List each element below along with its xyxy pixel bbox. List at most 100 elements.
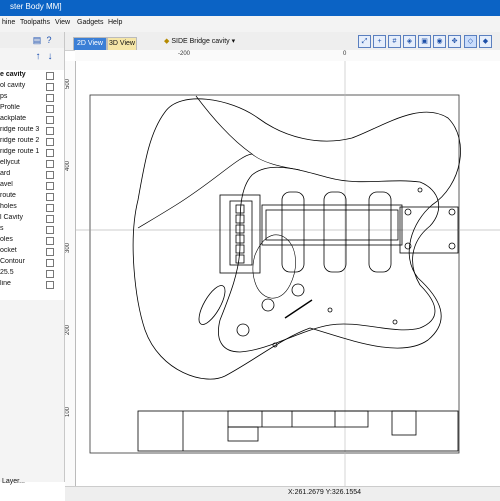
ruler-tick-label: -200 (178, 51, 191, 57)
grid-icon[interactable]: # (388, 35, 401, 48)
menu-gadgets[interactable]: Gadgets (77, 19, 103, 26)
layer-item[interactable]: avel (0, 180, 64, 191)
layer-item[interactable]: ridge route 2 (0, 136, 64, 147)
layer-panel-footer[interactable]: Layer... (2, 478, 25, 485)
zoom-box-icon[interactable]: ▣ (418, 35, 431, 48)
layer-visibility-checkbox[interactable] (46, 138, 54, 146)
layer-item-label: ard (0, 170, 11, 177)
layer-panel-toolbar: ▤ ? (0, 32, 64, 48)
layer-item[interactable]: e cavity (0, 70, 64, 81)
title-bar: ster Body MM] (0, 0, 500, 16)
status-bar (65, 486, 500, 501)
layer-visibility-checkbox[interactable] (46, 127, 54, 135)
layer-visibility-checkbox[interactable] (46, 171, 54, 179)
layer-item[interactable]: holes (0, 202, 64, 213)
layer-item-label: ol cavity (0, 82, 26, 89)
neck-screw-hole (404, 242, 412, 250)
shaded-icon[interactable]: ◆ (479, 35, 492, 48)
layer-visibility-checkbox[interactable] (46, 182, 54, 190)
view-selector-dropdown[interactable]: ◆ SIDE Bridge cavity ▾ (164, 37, 235, 45)
menu-machine[interactable]: hine (2, 19, 15, 26)
neck-screw-hole (404, 208, 412, 216)
layer-item[interactable]: ol cavity (0, 81, 64, 92)
control-knob (236, 323, 250, 337)
pan-icon[interactable]: ✥ (448, 35, 461, 48)
layer-item-label: ackplate (0, 115, 27, 122)
window-title: ster Body MM] (10, 2, 62, 11)
layer-item-label: Profile (0, 104, 20, 111)
pickup-neck (368, 191, 392, 273)
layer-visibility-checkbox[interactable] (46, 237, 54, 245)
layer-visibility-checkbox[interactable] (46, 160, 54, 168)
layer-visibility-checkbox[interactable] (46, 226, 54, 234)
jack-cavity (198, 285, 226, 325)
layer-item-label: avel (0, 181, 13, 188)
material-boundary (89, 94, 460, 454)
layer-item[interactable]: ridge route 1 (0, 147, 64, 158)
saddle (235, 254, 245, 264)
layer-item-label: ridge route 2 (0, 137, 40, 144)
layer-item[interactable]: line (0, 279, 64, 290)
layer-item-label: ps (0, 93, 8, 100)
layer-visibility-checkbox[interactable] (46, 149, 54, 157)
pickguard-screw (417, 187, 423, 193)
pickguard-screw (327, 307, 333, 313)
layer-visibility-checkbox[interactable] (46, 248, 54, 256)
layer-item[interactable]: ellycut (0, 158, 64, 169)
layer-item[interactable]: ard (0, 169, 64, 180)
down-arrow-icon[interactable]: ↓ (45, 52, 55, 62)
side-pocket (391, 410, 417, 436)
drawing-canvas[interactable] (76, 61, 500, 486)
pickup-middle (323, 191, 347, 273)
layer-item[interactable]: Contour (0, 257, 64, 268)
layer-item[interactable]: Profile (0, 103, 64, 114)
layer-visibility-checkbox[interactable] (46, 259, 54, 267)
tab-2d-view[interactable]: 2D View (73, 37, 107, 50)
sheet-icon[interactable]: ▤ (32, 35, 42, 45)
view-selector-label: SIDE Bridge cavity (171, 38, 230, 45)
snap-icon[interactable]: ◈ (403, 35, 416, 48)
layer-visibility-checkbox[interactable] (46, 94, 54, 102)
layer-visibility-checkbox[interactable] (46, 204, 54, 212)
layer-item[interactable]: ps (0, 92, 64, 103)
layer-visibility-checkbox[interactable] (46, 116, 54, 124)
help-icon[interactable]: ? (44, 35, 54, 45)
wireframe-icon[interactable]: ◇ (464, 35, 477, 48)
layer-item-label: oles (0, 236, 13, 243)
layer-visibility-checkbox[interactable] (46, 193, 54, 201)
layer-item-label: Contour (0, 258, 25, 265)
layer-visibility-checkbox[interactable] (46, 105, 54, 113)
zoom-previous-icon[interactable]: ◉ (433, 35, 446, 48)
side-route (227, 426, 259, 442)
layer-item[interactable]: route (0, 191, 64, 202)
layer-visibility-checkbox[interactable] (46, 72, 54, 80)
pickup-route-inner (265, 209, 399, 241)
layer-visibility-checkbox[interactable] (46, 281, 54, 289)
zoom-in-icon[interactable]: + (373, 35, 386, 48)
body-outline (132, 98, 461, 380)
neck-screw-hole (448, 208, 456, 216)
zoom-fit-icon[interactable]: ⤢ (358, 35, 371, 48)
layer-item[interactable]: oles (0, 235, 64, 246)
layer-item-label: holes (0, 203, 17, 210)
ruler-tick-label: 0 (343, 51, 347, 57)
layer-item-label: l Cavity (0, 214, 23, 221)
menu-toolpaths[interactable]: Toolpaths (20, 19, 50, 26)
menu-view[interactable]: View (55, 19, 70, 26)
layer-visibility-checkbox[interactable] (46, 83, 54, 91)
neck-screw-hole (448, 242, 456, 250)
tab-3d-view[interactable]: 3D View (107, 37, 137, 50)
up-arrow-icon[interactable]: ↑ (33, 52, 43, 62)
layer-list: e cavity ol cavity ps Profile ackplate r… (0, 70, 64, 300)
menu-help[interactable]: Help (108, 19, 122, 26)
layer-visibility-checkbox[interactable] (46, 270, 54, 278)
layer-item[interactable]: l Cavity (0, 213, 64, 224)
layer-item[interactable]: s (0, 224, 64, 235)
layer-item[interactable]: ocket (0, 246, 64, 257)
layer-item[interactable]: ackplate (0, 114, 64, 125)
layer-item[interactable]: ridge route 3 (0, 125, 64, 136)
layer-item-label: 25.5 (0, 269, 14, 276)
layer-visibility-checkbox[interactable] (46, 215, 54, 223)
layer-item[interactable]: 25.5 (0, 268, 64, 279)
side-profile (137, 410, 459, 452)
